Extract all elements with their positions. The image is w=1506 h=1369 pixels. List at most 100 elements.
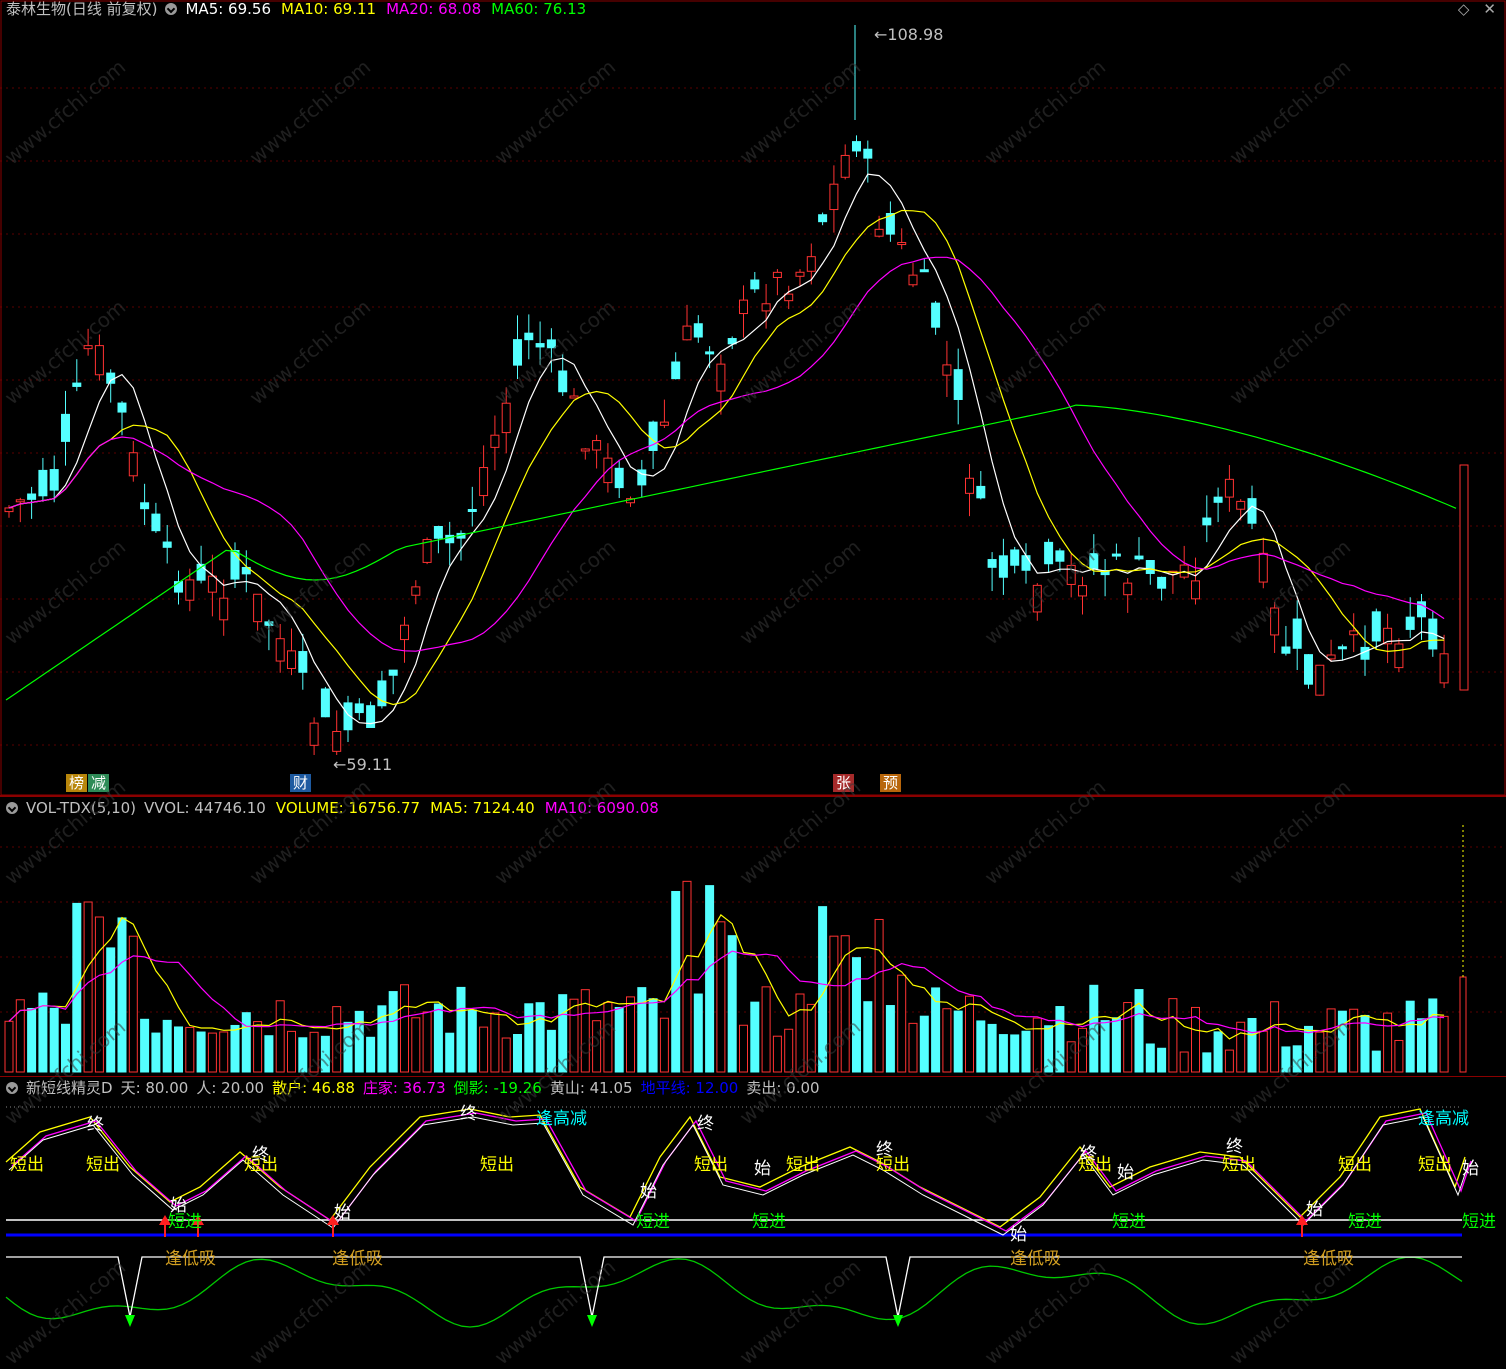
short-out-label: 短出: [786, 1155, 820, 1175]
volume-bar: [1258, 1030, 1268, 1073]
ind-label-5: 黄山: 41.05: [549, 1079, 633, 1097]
event-tag[interactable]: 减: [88, 774, 110, 792]
candle-body: [1337, 646, 1347, 650]
candle-body: [1213, 496, 1223, 503]
volume-bar: [230, 1024, 240, 1073]
candle-body: [965, 477, 974, 494]
candle-body: [479, 467, 489, 497]
candle-body: [287, 650, 296, 669]
volume-bar: [140, 1018, 150, 1073]
candle-body: [1304, 654, 1313, 685]
diamond-icon[interactable]: ◇: [1458, 0, 1470, 18]
candle-body: [1371, 611, 1381, 642]
candle-body: [219, 597, 229, 621]
volume-bar: [275, 1000, 285, 1073]
candle-body: [366, 705, 376, 728]
short-in-label: 短进: [752, 1212, 786, 1232]
event-tag[interactable]: 预: [880, 774, 902, 792]
event-tag[interactable]: 榜: [66, 774, 88, 792]
start-label: 始: [640, 1182, 657, 1202]
volume-bar: [739, 1024, 748, 1073]
volume-bar: [1247, 1017, 1257, 1073]
shadow-line: [5, 1256, 1463, 1328]
candle-body: [320, 688, 330, 718]
candlestick-chart[interactable]: ←108.98 ←59.11: [0, 0, 1506, 797]
low-buy-label: 逢低吸: [1303, 1249, 1354, 1269]
volume-bar: [151, 1032, 161, 1073]
high-reduce-label: 逢高减: [1418, 1109, 1469, 1129]
volume-bar: [761, 986, 771, 1073]
volume-bar: [1292, 1045, 1302, 1073]
volume-bar: [750, 1001, 760, 1073]
volume-bar: [953, 1010, 963, 1073]
volume-legend: VVOL: 44746.10 VOLUME: 16756.77 MA5: 7124.…: [144, 799, 659, 817]
volume-title[interactable]: VOL-TDX(5,10): [26, 799, 136, 817]
candle-body: [693, 323, 703, 338]
candle-body: [592, 440, 602, 451]
event-tag[interactable]: 张: [833, 774, 855, 792]
dropdown-icon[interactable]: [165, 3, 178, 15]
volume-bar: [61, 1023, 70, 1073]
candle-body: [332, 730, 342, 752]
volume-bar: [897, 974, 907, 1073]
candle-body: [1111, 553, 1121, 557]
volume-bar: [852, 957, 861, 1073]
volume-bar: [976, 1020, 986, 1073]
volume-bar: [1405, 1000, 1415, 1073]
ind-label-3: 庄家: 36.73: [362, 1079, 446, 1097]
candle-body: [1349, 630, 1359, 636]
indicator-pane[interactable]: 短出 短出 短出 短出 短出 短出 短出 短出 短出 短出 短出 短进 短进 短进 短进 短进 短进 逢低吸 逢低吸…: [0, 1077, 1506, 1346]
stock-title[interactable]: 泰林生物(日线 前复权): [6, 0, 157, 18]
volume-bar: [1179, 1051, 1189, 1073]
vol-label-3: MA10: 6090.08: [544, 799, 659, 817]
pane-border: [0, 0, 1506, 796]
candle-body: [117, 402, 127, 413]
start-label: 始: [1117, 1163, 1134, 1183]
indicator-chart[interactable]: 短出 短出 短出 短出 短出 短出 短出 短出 短出 短出 短出短进 短进 短进 短进 短进 短进逢低吸 逢低吸…: [0, 1077, 1506, 1346]
candle-body: [501, 402, 511, 434]
volume-bar: [1021, 1030, 1031, 1073]
price-chart-pane[interactable]: ←108.98 ←59.11 泰林生物(日线 前复权) MA5: 69.56 MA1…: [0, 0, 1506, 797]
volume-bar: [1089, 984, 1099, 1073]
short-in-label: 短进: [1112, 1212, 1146, 1232]
volume-bar: [83, 901, 93, 1073]
vol-ma10-line: [8, 950, 1445, 1034]
candle-body: [1315, 664, 1325, 696]
candle-body: [682, 325, 692, 341]
volume-bar: [1213, 1031, 1223, 1073]
event-tag[interactable]: 财: [290, 774, 312, 792]
low-buy-label: 逢低吸: [165, 1249, 216, 1269]
close-icon[interactable]: ✕: [1483, 0, 1496, 18]
candle-body: [546, 339, 556, 349]
volume-bar: [727, 935, 737, 1073]
volume-bar: [513, 1034, 522, 1073]
indicator-legend: 天: 80.00 人: 20.00 散户: 46.88 庄家: 36.73 倒影: -1…: [121, 1079, 820, 1097]
volume-bar: [332, 1006, 342, 1073]
dropdown-icon[interactable]: [6, 1082, 18, 1094]
ma-label-2: MA20: 68.08: [386, 0, 482, 18]
short-in-label: 短进: [1462, 1212, 1496, 1232]
ma10-line: [8, 209, 1445, 706]
low-buy-label: 逢低吸: [332, 1249, 383, 1269]
indicator-header: 新短线精灵D 天: 80.00 人: 20.00 散户: 46.88 庄家: 36.7…: [6, 1079, 820, 1097]
candle-body: [185, 579, 195, 601]
short-out-label: 短出: [1338, 1155, 1372, 1175]
ind-label-7: 卖出: 0.00: [746, 1079, 820, 1097]
volume-bar: [682, 880, 692, 1073]
dropdown-icon[interactable]: [6, 802, 18, 814]
volume-bar: [1428, 998, 1438, 1073]
volume-chart[interactable]: [0, 797, 1506, 1077]
volume-bar: [422, 1011, 432, 1073]
volume-pane[interactable]: VOL-TDX(5,10) VVOL: 44746.10 VOLUME: 1675…: [0, 797, 1506, 1077]
candle-body: [897, 242, 907, 246]
volume-bar: [1439, 1015, 1449, 1073]
start-label: 始: [1010, 1225, 1027, 1245]
short-out-label: 短出: [1418, 1155, 1452, 1175]
candle-body: [128, 452, 138, 477]
short-out-label: 短出: [694, 1155, 728, 1175]
candle-body: [72, 382, 82, 387]
candle-body: [1394, 643, 1404, 669]
indicator-title[interactable]: 新短线精灵D: [26, 1079, 113, 1097]
volume-bar: [1032, 1017, 1042, 1073]
candle-body: [1191, 580, 1200, 600]
